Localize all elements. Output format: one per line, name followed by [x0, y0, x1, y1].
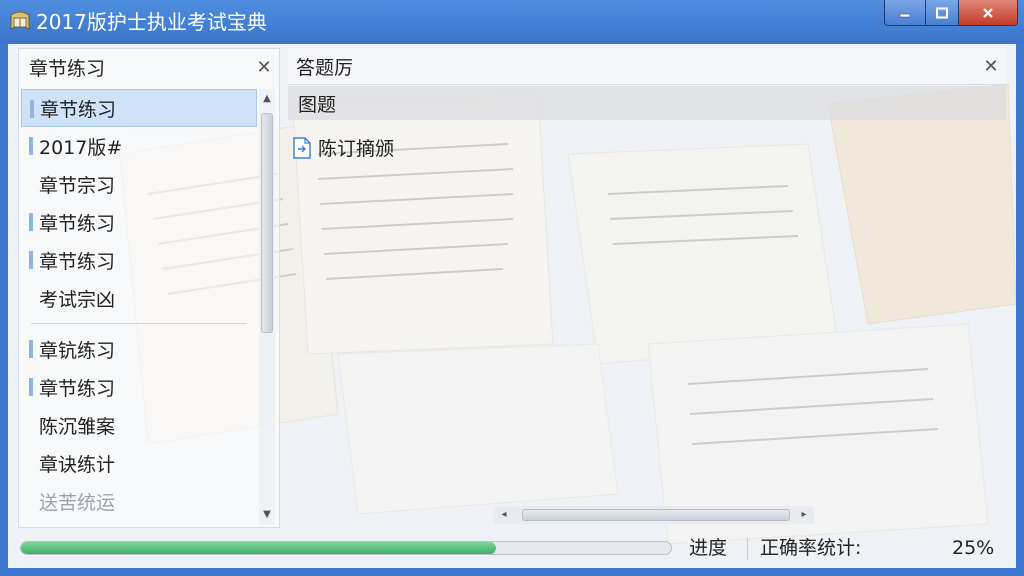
list-item-label: 陈沉雏案 [39, 415, 116, 438]
document-icon [293, 136, 311, 159]
list-item-label: 章节练习 [39, 250, 116, 273]
maximize-button[interactable] [925, 0, 959, 26]
list-item-label: 2017版# [39, 136, 123, 159]
client-area: 章节练习 ✕ 章节练习 2017版# 章节宗习 章节练习 章节练习 考试宗凶 章… [8, 44, 1016, 568]
list-item-label: 送苦统运 [39, 491, 116, 514]
list-item-label: 章诀练计 [39, 453, 116, 476]
list-item[interactable]: 章钪练习 [21, 330, 257, 368]
status-divider [747, 538, 748, 560]
progress-fill [21, 542, 496, 554]
chapter-panel: 章节练习 ✕ 章节练习 2017版# 章节宗习 章节练习 章节练习 考试宗凶 章… [18, 48, 280, 528]
horizontal-scrollbar[interactable]: ◂ ▸ [494, 506, 814, 524]
list-item[interactable]: 2017版# [21, 127, 257, 165]
progress-bar [20, 541, 672, 555]
progress-label: 进度 [689, 537, 728, 559]
minimize-icon [899, 13, 911, 17]
scroll-down-icon[interactable]: ▼ [259, 507, 275, 523]
vertical-scrollbar[interactable]: ▲ ▼ [259, 89, 275, 525]
scroll-right-icon[interactable]: ▸ [796, 506, 812, 524]
list-item-label: 章节练习 [39, 377, 116, 400]
list-item[interactable]: 陈沉雏案 [21, 406, 257, 444]
scroll-thumb[interactable] [522, 509, 790, 521]
close-icon[interactable]: ✕ [976, 56, 1006, 77]
list-item[interactable]: 章诀练计 [21, 444, 257, 482]
list-item[interactable]: 章节练习 [21, 203, 257, 241]
maximize-icon [936, 7, 948, 18]
section-label: 图题 [298, 93, 337, 116]
accuracy-value: 25% [952, 537, 995, 559]
list-item[interactable]: 章节练习 [21, 368, 257, 406]
question-item-label: 陈订摘颁 [318, 138, 395, 160]
list-divider [31, 323, 247, 324]
chapter-list: 章节练习 2017版# 章节宗习 章节练习 章节练习 考试宗凶 章钪练习 章节练… [21, 89, 257, 525]
item-marker [29, 378, 33, 396]
title-bar: 2017版护士执业考试宝典 [0, 0, 1024, 44]
list-item-label: 考试宗凶 [39, 288, 116, 311]
answer-panel-header: 答题厉 ✕ [288, 48, 1006, 85]
list-item[interactable]: 章节练习 [21, 241, 257, 279]
minimize-button[interactable] [884, 0, 926, 26]
close-button[interactable] [958, 0, 1018, 26]
question-item[interactable]: 陈订摘颁 [292, 134, 394, 161]
answer-panel-title: 答题厉 [296, 56, 354, 79]
list-item[interactable]: 章节宗习 [21, 165, 257, 203]
scroll-left-icon[interactable]: ◂ [496, 506, 512, 524]
list-item[interactable]: 章节练习 [21, 89, 257, 127]
close-icon[interactable]: ✕ [249, 57, 279, 78]
item-marker [30, 100, 34, 118]
section-header[interactable]: 图题 [288, 86, 1006, 120]
item-marker [29, 213, 33, 231]
chapter-panel-title: 章节练习 [29, 57, 106, 80]
scroll-thumb[interactable] [261, 113, 273, 333]
window-title: 2017版护士执业考试宝典 [36, 10, 267, 34]
list-item-label: 章节练习 [39, 212, 116, 235]
chapter-panel-header: 章节练习 ✕ [19, 49, 279, 85]
scroll-up-icon[interactable]: ▲ [259, 91, 275, 107]
item-marker [29, 137, 33, 155]
list-item-label: 章节练习 [40, 98, 117, 121]
item-marker [29, 340, 33, 358]
close-icon [983, 7, 993, 18]
answer-panel: 答题厉 ✕ 图题 陈订摘颁 ◂ ▸ [288, 48, 1006, 526]
book-icon [10, 11, 30, 30]
accuracy-label: 正确率统计: [760, 537, 862, 559]
list-item[interactable]: 送苦统运 [21, 482, 257, 520]
list-item-label: 章节宗习 [39, 174, 116, 197]
list-item-label: 章钪练习 [39, 339, 116, 362]
item-marker [29, 251, 33, 269]
list-item[interactable]: 考试宗凶 [21, 279, 257, 317]
